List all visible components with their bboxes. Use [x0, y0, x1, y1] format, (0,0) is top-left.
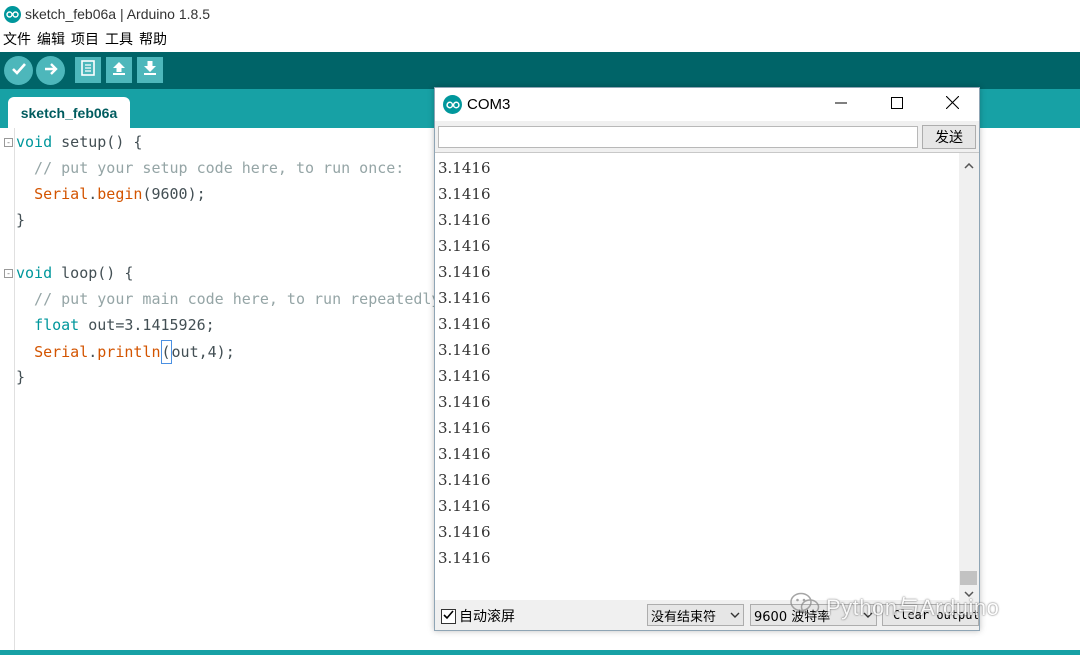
menu-help[interactable]: 帮助 [139, 29, 167, 49]
code-line-7: // put your main code here, to run repea… [16, 290, 450, 308]
code-line-10: } [16, 368, 26, 386]
send-button[interactable]: 发送 [922, 125, 976, 149]
autoscroll-toggle[interactable]: 自动滚屏 [441, 606, 515, 626]
tab-sketch[interactable]: sketch_feb06a [8, 97, 130, 128]
arrow-down-icon [142, 60, 158, 80]
code-line-1: void setup() { [16, 133, 143, 151]
output-line: 3.1416 [438, 211, 491, 229]
minimize-button[interactable] [813, 88, 869, 121]
menu-tools[interactable]: 工具 [105, 29, 133, 49]
line-ending-select[interactable]: 没有结束符 [647, 604, 744, 626]
wechat-logo-icon [790, 591, 820, 621]
serial-title-bar: COM3 [435, 88, 979, 121]
serial-send-input[interactable] [438, 126, 918, 148]
output-line: 3.1416 [438, 367, 491, 385]
gutter-divider [14, 128, 15, 650]
check-icon [11, 61, 27, 80]
code-line-6: void loop() { [16, 264, 134, 282]
code-line-2: // put your setup code here, to run once… [16, 159, 405, 177]
toolbar [0, 52, 1080, 89]
close-button[interactable] [924, 88, 980, 121]
code-line-3: Serial.begin(9600); [34, 185, 206, 203]
output-line: 3.1416 [438, 263, 491, 281]
output-line: 3.1416 [438, 341, 491, 359]
output-line: 3.1416 [438, 523, 491, 541]
output-line: 3.1416 [438, 289, 491, 307]
serial-port-title: COM3 [467, 96, 511, 113]
serial-output[interactable]: 3.1416 3.1416 3.1416 3.1416 3.1416 3.141… [435, 152, 979, 601]
watermark-text: Python与Arduino [826, 595, 1000, 620]
code-line-8: float out=3.1415926; [34, 316, 215, 334]
output-line: 3.1416 [438, 237, 491, 255]
window-title: sketch_feb06a | Arduino 1.8.5 [25, 6, 210, 22]
arduino-logo-icon [4, 5, 21, 23]
arrow-up-icon [111, 60, 127, 80]
save-sketch-button[interactable] [137, 57, 163, 83]
output-line: 3.1416 [438, 445, 491, 463]
editor-bottom-strip [0, 650, 1080, 655]
code-line-4: } [16, 211, 26, 229]
minimize-icon [835, 96, 847, 113]
chevron-down-icon [730, 608, 740, 625]
scroll-up-button[interactable] [959, 155, 979, 171]
title-bar: sketch_feb06a | Arduino 1.8.5 [0, 0, 1080, 28]
serial-monitor-window: COM3 发送 3.1416 3.1416 3.1416 3.1416 3.14… [434, 87, 980, 631]
output-scrollbar[interactable] [959, 153, 979, 601]
upload-button[interactable] [36, 56, 65, 85]
fold-toggle-loop[interactable]: - [4, 269, 13, 278]
menu-bar: 文件 编辑 项目 工具 帮助 [0, 28, 1080, 50]
code-line-9: Serial.println(out,4); [16, 340, 235, 364]
output-line: 3.1416 [438, 497, 491, 515]
fold-toggle-setup[interactable]: - [4, 138, 13, 147]
chevron-up-icon [964, 154, 974, 173]
output-line: 3.1416 [438, 471, 491, 489]
output-line: 3.1416 [438, 315, 491, 333]
maximize-icon [891, 96, 903, 113]
arrow-right-icon [43, 61, 59, 80]
open-sketch-button[interactable] [106, 57, 132, 83]
output-line: 3.1416 [438, 159, 491, 177]
close-icon [945, 95, 959, 113]
output-line: 3.1416 [438, 419, 491, 437]
maximize-button[interactable] [869, 88, 925, 121]
new-sketch-button[interactable] [75, 57, 101, 83]
output-line: 3.1416 [438, 185, 491, 203]
watermark: Python与Arduino [790, 590, 999, 622]
output-line: 3.1416 [438, 549, 491, 567]
menu-edit[interactable]: 编辑 [37, 29, 65, 49]
autoscroll-checkbox[interactable] [441, 608, 456, 624]
menu-sketch[interactable]: 项目 [71, 29, 99, 49]
menu-file[interactable]: 文件 [3, 29, 31, 49]
arduino-logo-icon [443, 95, 462, 114]
verify-button[interactable] [4, 56, 33, 85]
bracket-match-highlight: ( [160, 340, 172, 364]
document-icon [81, 60, 95, 80]
output-line: 3.1416 [438, 393, 491, 411]
autoscroll-label: 自动滚屏 [459, 609, 515, 625]
checkmark-icon [443, 608, 454, 624]
